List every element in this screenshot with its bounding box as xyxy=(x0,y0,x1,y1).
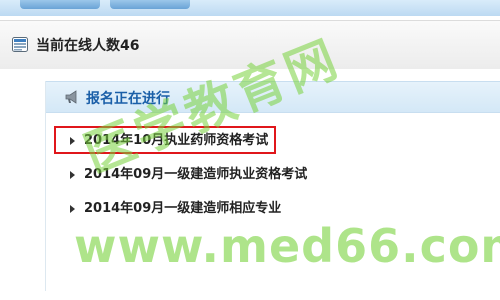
page: 当前在线人数46 报名正在进行 2014年10月执业药师资格考试 2014年09… xyxy=(0,0,500,300)
exam-list: 2014年10月执业药师资格考试 2014年09月一级建造师执业资格考试 201… xyxy=(46,124,500,226)
megaphone-icon xyxy=(65,90,77,104)
bullet-arrow-icon xyxy=(70,137,75,145)
top-tab[interactable] xyxy=(110,0,190,9)
registration-title: 报名正在进行 xyxy=(86,91,170,107)
exam-item[interactable]: 2014年09月一级建造师执业资格考试 xyxy=(46,158,500,192)
top-strip xyxy=(0,0,500,16)
top-tab[interactable] xyxy=(20,0,100,9)
exam-item[interactable]: 2014年10月执业药师资格考试 xyxy=(46,124,500,158)
exam-link[interactable]: 2014年09月一级建造师相应专业 xyxy=(84,192,281,226)
exam-item[interactable]: 2014年09月一级建造师相应专业 xyxy=(46,192,500,226)
exam-link[interactable]: 2014年10月执业药师资格考试 xyxy=(84,124,268,158)
bullet-arrow-icon xyxy=(70,171,75,179)
online-count-bar: 当前在线人数46 xyxy=(0,20,500,70)
exam-link[interactable]: 2014年09月一级建造师执业资格考试 xyxy=(84,158,307,192)
registration-header: 报名正在进行 xyxy=(46,81,500,113)
online-users-icon xyxy=(12,37,28,52)
bullet-arrow-icon xyxy=(70,205,75,213)
online-count-text: 当前在线人数46 xyxy=(36,38,140,54)
content-area: 报名正在进行 2014年10月执业药师资格考试 2014年09月一级建造师执业资… xyxy=(0,69,500,300)
